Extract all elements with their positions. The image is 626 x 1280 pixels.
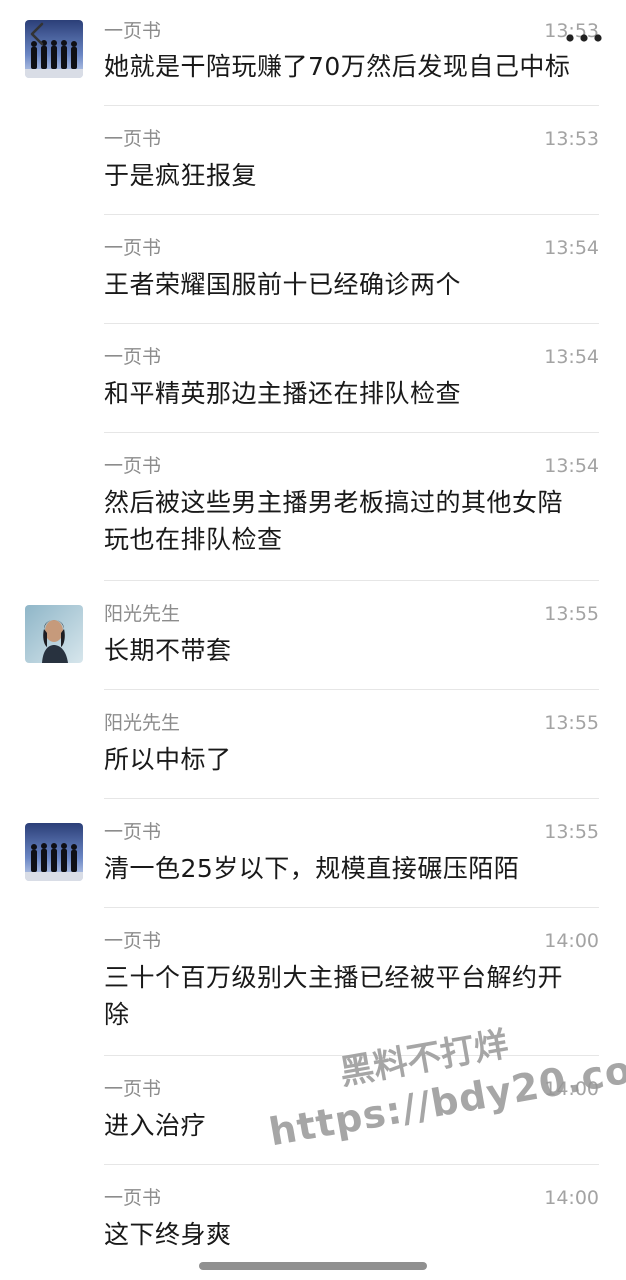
message-item[interactable]: 一页书 13:55 清一色25岁以下，规模直接碾压陌陌 (0, 799, 626, 908)
sender-name: 一页书 (104, 930, 162, 952)
message-text: 王者荣耀国服前十已经确诊两个 (104, 270, 462, 299)
message-text: 所以中标了 (104, 745, 232, 774)
message-item[interactable]: 一页书 14:00 三十个百万级别大主播已经被平台解约开除 (0, 908, 626, 1056)
message-time: 13:54 (544, 455, 599, 477)
sender-name: 阳光先生 (104, 712, 181, 734)
message-item[interactable]: 一页书 13:54 和平精英那边主播还在排队检查 (0, 324, 626, 433)
back-icon[interactable] (28, 22, 48, 46)
sender-name: 一页书 (104, 20, 162, 42)
sender-name: 阳光先生 (104, 603, 181, 625)
message-item[interactable]: 阳光先生 13:55 长期不带套 (0, 581, 626, 690)
sender-name: 一页书 (104, 237, 162, 259)
avatar[interactable] (25, 605, 83, 663)
sender-name: 一页书 (104, 346, 162, 368)
avatar[interactable] (25, 823, 83, 881)
message-time: 13:55 (544, 712, 599, 734)
message-time: 14:00 (544, 1187, 599, 1209)
message-text: 于是疯狂报复 (104, 161, 258, 190)
message-time: 14:00 (544, 1078, 599, 1100)
sender-name: 一页书 (104, 1078, 162, 1100)
message-time: 14:00 (544, 930, 599, 952)
message-item[interactable]: 一页书 13:53 于是疯狂报复 (0, 106, 626, 215)
message-text: 进入治疗 (104, 1111, 207, 1140)
message-time: 13:55 (544, 603, 599, 625)
chat-record-list[interactable]: 一页书 13:53 她就是干陪玩赚了70万然后发现自己中标 一页书 13:53 … (0, 0, 626, 1280)
message-text: 三十个百万级别大主播已经被平台解约开除 (104, 963, 564, 1029)
message-item[interactable]: 一页书 13:54 然后被这些男主播男老板搞过的其他女陪玩也在排队检查 (0, 433, 626, 581)
message-text: 清一色25岁以下，规模直接碾压陌陌 (104, 854, 520, 883)
sender-name: 一页书 (104, 128, 162, 150)
message-item[interactable]: 一页书 14:00 这下终身爽 (0, 1165, 626, 1265)
message-item[interactable]: 一页书 13:54 王者荣耀国服前十已经确诊两个 (0, 215, 626, 324)
message-time: 13:55 (544, 821, 599, 843)
message-text: 这下终身爽 (104, 1220, 232, 1249)
message-text: 然后被这些男主播男老板搞过的其他女陪玩也在排队检查 (104, 488, 564, 554)
sender-name: 一页书 (104, 1187, 162, 1209)
message-time: 13:53 (544, 128, 599, 150)
message-text: 长期不带套 (104, 636, 232, 665)
home-indicator[interactable] (199, 1262, 427, 1270)
message-item[interactable]: 一页书 13:53 她就是干陪玩赚了70万然后发现自己中标 (0, 0, 626, 106)
more-options-icon[interactable] (564, 24, 604, 44)
sender-name: 一页书 (104, 455, 162, 477)
sender-name: 一页书 (104, 821, 162, 843)
message-item[interactable]: 阳光先生 13:55 所以中标了 (0, 690, 626, 799)
message-item[interactable]: 一页书 14:00 进入治疗 (0, 1056, 626, 1165)
message-text: 她就是干陪玩赚了70万然后发现自己中标 (104, 52, 571, 81)
message-time: 13:54 (544, 346, 599, 368)
message-time: 13:54 (544, 237, 599, 259)
message-text: 和平精英那边主播还在排队检查 (104, 379, 462, 408)
